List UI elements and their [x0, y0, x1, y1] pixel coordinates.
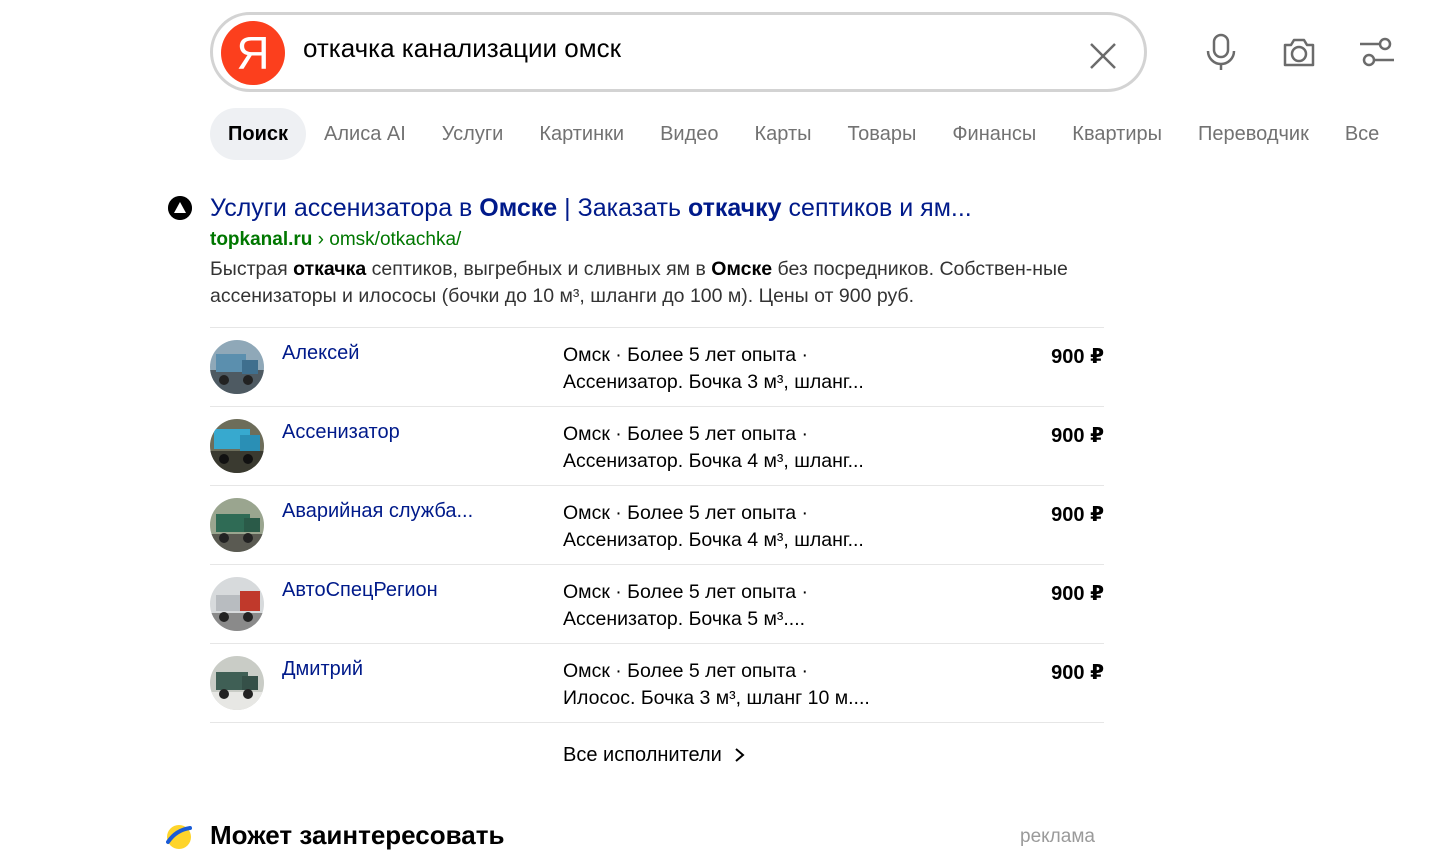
provider-avatar[interactable] [210, 419, 264, 473]
yandex-market-icon [166, 825, 192, 849]
provider-description: Омск · Более 5 лет опыта · Ассенизатор. … [563, 581, 808, 630]
tab-alisa-ai[interactable]: Алиса AI [306, 108, 424, 160]
provider-price: 900 ₽ [1051, 583, 1104, 605]
chevron-right-icon [735, 748, 745, 762]
all-providers-link[interactable]: Все исполнители [563, 744, 747, 767]
provider-row[interactable]: Аварийная служба... Омск · Более 5 лет о… [210, 486, 1104, 565]
all-providers-label: Все исполнители [563, 744, 722, 766]
tab-images[interactable]: Картинки [521, 108, 642, 160]
provider-avatar[interactable] [210, 656, 264, 710]
filters-icon[interactable] [1357, 32, 1397, 72]
provider-price: 900 ₽ [1051, 425, 1104, 447]
search-bar: Я [210, 12, 1147, 92]
maybe-interesting-heading: Может заинтересовать [210, 820, 505, 850]
provider-name[interactable]: Дмитрий [282, 658, 363, 681]
tab-all[interactable]: Все [1327, 108, 1397, 160]
provider-description: Омск · Более 5 лет опыта · Илосос. Бочка… [563, 660, 870, 709]
provider-description: Омск · Более 5 лет опыта · Ассенизатор. … [563, 423, 864, 472]
result-url[interactable]: topkanal.ru › omsk/otkachka/ [210, 229, 461, 251]
camera-icon[interactable] [1279, 32, 1319, 72]
provider-avatar[interactable] [210, 498, 264, 552]
provider-row[interactable]: Алексей Омск · Более 5 лет опыта · Ассен… [210, 328, 1104, 407]
provider-description: Омск · Более 5 лет опыта · Ассенизатор. … [563, 344, 864, 393]
search-input[interactable] [303, 33, 1063, 64]
result-title-link[interactable]: Услуги ассенизатора в Омске | Заказать о… [210, 194, 972, 223]
provider-price: 900 ₽ [1051, 504, 1104, 526]
tab-search[interactable]: Поиск [210, 108, 307, 160]
provider-name[interactable]: Ассенизатор [282, 421, 400, 444]
provider-price: 900 ₽ [1051, 346, 1104, 368]
tab-maps[interactable]: Карты [737, 108, 830, 160]
providers-list: Алексей Омск · Более 5 лет опыта · Ассен… [210, 327, 1104, 723]
provider-price: 900 ₽ [1051, 662, 1104, 684]
provider-name[interactable]: Алексей [282, 342, 359, 365]
tab-video[interactable]: Видео [642, 108, 736, 160]
yandex-logo[interactable]: Я [221, 21, 285, 85]
provider-name[interactable]: Аварийная служба... [282, 500, 473, 523]
tab-finance[interactable]: Финансы [934, 108, 1054, 160]
site-favicon-icon [168, 196, 192, 220]
provider-row[interactable]: АвтоСпецРегион Омск · Более 5 лет опыта … [210, 565, 1104, 644]
ad-label: реклама [1020, 826, 1095, 847]
tab-apartments[interactable]: Квартиры [1054, 108, 1180, 160]
provider-row[interactable]: Дмитрий Омск · Более 5 лет опыта · Илосо… [210, 644, 1104, 723]
result-snippet: Быстрая откачка септиков, выгребных и сл… [210, 258, 1068, 307]
provider-name[interactable]: АвтоСпецРегион [282, 579, 438, 602]
search-tabs: Поиск Алиса AI Услуги Картинки Видео Кар… [210, 108, 1397, 160]
clear-icon[interactable] [1086, 39, 1120, 73]
tab-products[interactable]: Товары [830, 108, 935, 160]
microphone-icon[interactable] [1201, 32, 1241, 72]
provider-avatar[interactable] [210, 340, 264, 394]
provider-row[interactable]: Ассенизатор Омск · Более 5 лет опыта · А… [210, 407, 1104, 486]
tab-services[interactable]: Услуги [424, 108, 522, 160]
tab-translator[interactable]: Переводчик [1180, 108, 1327, 160]
provider-avatar[interactable] [210, 577, 264, 631]
provider-description: Омск · Более 5 лет опыта · Ассенизатор. … [563, 502, 864, 551]
